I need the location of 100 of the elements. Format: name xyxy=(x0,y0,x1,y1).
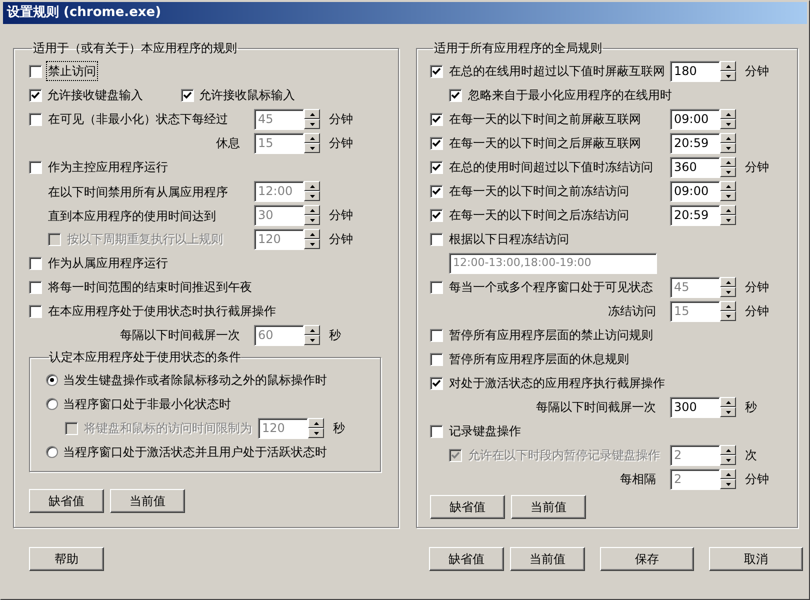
spin-up-button[interactable] xyxy=(720,157,736,167)
down-arrow-icon xyxy=(310,338,314,342)
up-arrow-icon xyxy=(726,280,730,284)
spin-down-button[interactable] xyxy=(720,215,736,225)
spin-up-button[interactable] xyxy=(304,325,320,335)
spin-down-button[interactable] xyxy=(720,119,736,129)
field-label: 每相隔 xyxy=(620,471,656,488)
checkbox-label: 按以下周期重复执行以上规则 xyxy=(66,231,224,248)
number-field[interactable]: 09:00 xyxy=(670,180,720,202)
down-arrow-icon xyxy=(726,482,730,486)
spin-down-button[interactable] xyxy=(720,71,736,81)
action-button[interactable]: 缺省值 xyxy=(430,495,505,519)
action-button[interactable]: 缺省值 xyxy=(429,547,504,571)
checkbox[interactable] xyxy=(430,136,443,150)
spin-down-button[interactable] xyxy=(304,143,320,153)
checkbox[interactable] xyxy=(430,352,443,366)
spin-up-button[interactable] xyxy=(720,181,736,191)
field-label: 在以下时间禁用所有从属应用程序 xyxy=(48,185,228,199)
unit-label: 分钟 xyxy=(745,471,769,488)
window-title: 设置规则 (chrome.exe) xyxy=(7,4,162,22)
spin-up-button[interactable] xyxy=(720,445,736,455)
spin-down-button[interactable] xyxy=(304,215,320,225)
checkbox[interactable] xyxy=(29,64,42,78)
checkmark-icon xyxy=(432,114,441,124)
action-button[interactable]: 缺省值 xyxy=(29,489,104,513)
radio-button[interactable] xyxy=(46,374,58,386)
checkbox[interactable] xyxy=(430,328,443,342)
checkbox[interactable] xyxy=(449,88,462,102)
radio-button[interactable] xyxy=(46,446,58,458)
checkbox[interactable] xyxy=(430,64,443,78)
spin-down-button[interactable] xyxy=(720,311,736,321)
checkbox[interactable] xyxy=(29,160,42,174)
number-field[interactable]: 180 xyxy=(670,60,720,82)
unit-label: 分钟 xyxy=(745,159,769,176)
checkbox-label: 将键盘和鼠标的访问时间限制为 xyxy=(83,420,253,437)
action-button[interactable]: 取消 xyxy=(709,547,803,571)
up-arrow-icon xyxy=(310,208,314,212)
checkbox[interactable] xyxy=(29,280,42,294)
up-arrow-icon xyxy=(314,422,318,424)
spin-up-button[interactable] xyxy=(304,109,320,119)
action-button[interactable]: 保存 xyxy=(600,547,694,571)
field-label: 休息 xyxy=(216,135,240,152)
spin-up-button[interactable] xyxy=(304,181,320,191)
number-field[interactable]: 20:59 xyxy=(670,132,720,154)
number-field[interactable]: 300 xyxy=(670,396,720,418)
spin-down-button[interactable] xyxy=(304,335,320,345)
spin-up-button[interactable] xyxy=(720,133,736,143)
spin-down-button[interactable] xyxy=(720,455,736,465)
field-label: 每隔以下时间截屏一次 xyxy=(536,399,656,416)
spin-up-button[interactable] xyxy=(720,109,736,119)
up-arrow-icon xyxy=(310,232,314,236)
spin-up-button[interactable] xyxy=(720,205,736,215)
number-field[interactable]: 360 xyxy=(670,156,720,178)
radio-label: 当程序窗口处于非最小化状态时 xyxy=(63,396,231,413)
checkmark-icon xyxy=(183,90,192,100)
checkbox[interactable] xyxy=(29,256,42,270)
checkbox[interactable] xyxy=(430,424,443,438)
down-arrow-icon xyxy=(314,432,318,434)
spin-down-button[interactable] xyxy=(720,287,736,297)
checkbox[interactable] xyxy=(430,376,443,390)
number-field[interactable]: 09:00 xyxy=(670,108,720,130)
spin-down-button[interactable] xyxy=(720,407,736,417)
spin-down-button[interactable] xyxy=(304,239,320,249)
checkbox[interactable] xyxy=(181,88,194,102)
spin-down-button[interactable] xyxy=(304,119,320,129)
up-arrow-icon xyxy=(726,304,730,308)
spin-up-button[interactable] xyxy=(720,301,736,311)
checkbox[interactable] xyxy=(430,280,443,294)
action-button[interactable]: 当前值 xyxy=(510,547,585,571)
action-button[interactable]: 当前值 xyxy=(110,489,185,513)
checkbox[interactable] xyxy=(29,112,42,126)
checkbox[interactable] xyxy=(430,112,443,126)
checkbox-label: 作为主控应用程序运行 xyxy=(47,159,169,176)
number-field[interactable]: 20:59 xyxy=(670,204,720,226)
spin-down-button[interactable] xyxy=(720,191,736,201)
checkbox[interactable] xyxy=(430,232,443,246)
up-arrow-icon xyxy=(726,208,730,212)
spin-down-button[interactable] xyxy=(720,167,736,177)
radio-button[interactable] xyxy=(46,398,58,410)
checkbox[interactable] xyxy=(430,208,443,222)
spin-up-button[interactable] xyxy=(720,469,736,479)
spin-up-button[interactable] xyxy=(720,397,736,407)
down-arrow-icon xyxy=(310,146,314,150)
spin-up-button[interactable] xyxy=(304,205,320,215)
checkbox[interactable] xyxy=(430,160,443,174)
spin-down-button[interactable] xyxy=(304,191,320,201)
spin-down-button[interactable] xyxy=(720,479,736,489)
spin-up-button[interactable] xyxy=(308,418,324,428)
spin-up-button[interactable] xyxy=(304,229,320,239)
action-button[interactable]: 当前值 xyxy=(511,495,586,519)
checkbox[interactable] xyxy=(29,88,42,102)
spin-up-button[interactable] xyxy=(720,61,736,71)
action-button[interactable]: 帮助 xyxy=(29,547,104,571)
spin-up-button[interactable] xyxy=(304,133,320,143)
spin-down-button[interactable] xyxy=(308,428,324,438)
checkbox[interactable] xyxy=(29,304,42,318)
spin-up-button[interactable] xyxy=(720,277,736,287)
checkbox[interactable] xyxy=(430,184,443,198)
spin-down-button[interactable] xyxy=(720,143,736,153)
checkbox-label: 在总的使用时间超过以下值时冻结访问 xyxy=(448,159,654,176)
